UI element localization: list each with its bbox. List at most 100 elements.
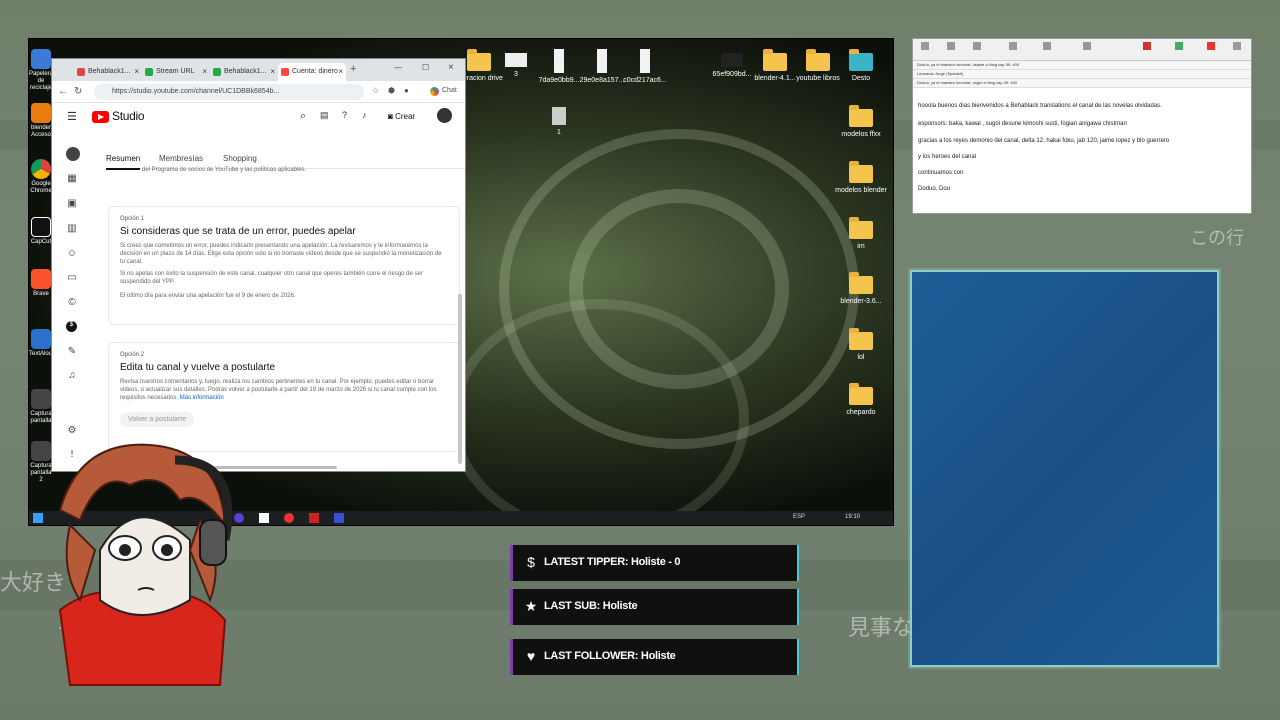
close-icon[interactable]: × — [338, 67, 343, 76]
menu-icon[interactable]: ☰ — [67, 110, 77, 123]
taskbar-app-icon[interactable] — [334, 513, 344, 523]
close-window-icon[interactable]: × — [448, 62, 454, 73]
channel-avatar[interactable] — [66, 147, 80, 161]
record-icon[interactable] — [1207, 42, 1215, 50]
toolbar-icon[interactable] — [947, 42, 955, 50]
dashboard-icon[interactable]: ▦ — [66, 173, 78, 185]
avatar[interactable] — [437, 108, 452, 123]
note-line[interactable]: y los heroes del canal — [918, 154, 976, 160]
scrollbar[interactable] — [458, 294, 462, 464]
stop-icon[interactable] — [1143, 42, 1151, 50]
taskbar-app-icon[interactable] — [259, 513, 269, 523]
url-field[interactable]: https://studio.youtube.com/channel/UC1DB… — [94, 84, 364, 100]
desktop-icon-folder[interactable]: lol — [829, 328, 893, 362]
note-line[interactable]: hooola buenos dias bienvenidos a Behabla… — [918, 103, 1162, 109]
desktop-icon-brave[interactable]: Brave — [29, 269, 53, 298]
chat-button[interactable]: Chat — [442, 87, 457, 94]
heart-icon: ♥ — [526, 648, 536, 664]
desktop-icon-capcut[interactable]: CapCut — [29, 217, 53, 246]
desktop-icon-capture[interactable]: Captura pantalla — [29, 389, 53, 425]
reapply-button[interactable]: Volver a postularte — [120, 412, 194, 427]
analytics-icon[interactable]: ▥ — [66, 223, 78, 235]
desktop-icon-textaloud[interactable]: TextAloud — [29, 329, 55, 358]
toolbar-icon[interactable] — [973, 42, 981, 50]
note-line[interactable]: esponsors: baka, kawai , sugoi desune ki… — [918, 121, 1127, 127]
alert-text: LAST FOLLOWER: Holiste — [544, 650, 676, 662]
close-icon[interactable]: × — [270, 67, 275, 76]
tab-shopping[interactable]: Shopping — [223, 154, 257, 163]
content-icon[interactable]: ▣ — [66, 198, 78, 210]
desktop-icon-folder[interactable]: modelos ffxx — [829, 105, 893, 139]
browser-tab[interactable]: Behablack1... × — [74, 63, 142, 81]
taskbar-app-icon[interactable] — [284, 513, 294, 523]
copyright-icon[interactable]: © — [66, 297, 78, 309]
note-line[interactable]: gracias a los reyes demonio del canal, d… — [918, 138, 1169, 144]
new-tab-icon[interactable]: + — [350, 63, 356, 75]
toolbar-icon[interactable] — [1233, 42, 1241, 50]
option2-paragraph: Revisa nuestros comentarios y, luego, re… — [120, 379, 437, 401]
desktop-icon-file[interactable]: 1 — [527, 107, 591, 137]
browser-tab[interactable]: Stream URL × — [142, 63, 210, 81]
star-icon[interactable]: ☆ — [372, 86, 379, 95]
close-icon[interactable]: × — [134, 67, 139, 76]
option2-title: Edita tu canal y vuelve a postularte — [120, 362, 276, 373]
bell-icon[interactable]: ♪ — [362, 110, 367, 120]
customize-icon[interactable]: ✎ — [66, 346, 78, 358]
title-field[interactable]: Doduo, ya el maestro inmortal, usaste a … — [913, 61, 1251, 70]
option2-label: Opción 2 — [120, 352, 145, 358]
desktop-icon-folder[interactable]: chepardo — [829, 383, 893, 417]
community-icon[interactable]: ☺ — [66, 248, 78, 260]
studio-logo-text: Studio — [112, 109, 145, 123]
folder-icon — [849, 272, 873, 294]
extensions-icon[interactable]: ⬢ — [388, 86, 395, 95]
note-line[interactable]: Doduo, Dou — [918, 186, 950, 192]
taskbar-app-icon[interactable] — [309, 513, 319, 523]
speak-icon[interactable] — [1175, 42, 1183, 50]
help-icon[interactable]: ? — [342, 110, 347, 120]
search-icon[interactable]: ⌕ — [300, 110, 306, 123]
minimize-icon[interactable]: — — [394, 63, 402, 72]
desktop-icon-folder[interactable]: modelos blender — [829, 161, 893, 195]
voice-select[interactable]: Leonardo Jorge (Spanish) — [913, 70, 1251, 79]
subtitles-side-icon[interactable]: ▭ — [66, 272, 78, 284]
browser-tab[interactable]: Behablack1... × — [210, 63, 278, 81]
browser-tab-active[interactable]: Cuenta: dinero × — [278, 63, 346, 81]
toolbar-icon[interactable] — [1083, 42, 1091, 50]
toolbar-icon[interactable] — [1043, 42, 1051, 50]
reload-icon[interactable]: ↻ — [74, 86, 82, 97]
policy-snippet: del Programa de socios de YouTube y las … — [142, 167, 307, 173]
create-button[interactable]: ◙ Crear — [382, 108, 421, 125]
option1-title: Si consideras que se trata de un error, … — [120, 226, 356, 237]
tab-resumen[interactable]: Resumen — [106, 154, 141, 170]
desktop-icon-chrome[interactable]: Google Chrome — [29, 159, 53, 195]
taskbar-lang[interactable]: ESP — [793, 514, 805, 520]
desktop-icon-folder[interactable]: im — [829, 217, 893, 251]
folder-icon — [849, 105, 873, 127]
file-icon — [640, 49, 650, 73]
more-info-link[interactable]: Más información — [180, 395, 224, 401]
folder-icon — [849, 383, 873, 405]
folder-icon — [806, 49, 830, 71]
image-file-icon — [721, 53, 743, 67]
maximize-icon[interactable]: ☐ — [422, 63, 429, 72]
desktop-icon-blender[interactable]: blender Acceso — [29, 103, 53, 139]
tab-membresias[interactable]: Membresías — [159, 154, 203, 163]
desktop-icon-folder[interactable]: Desto — [829, 49, 893, 83]
close-icon[interactable]: × — [202, 67, 207, 76]
desktop-icon-folder[interactable]: blender-3.6... — [829, 272, 893, 306]
taskbar-time[interactable]: 19:10 — [845, 514, 860, 520]
option1-card: Opción 1 Si consideras que se trata de u… — [108, 206, 460, 325]
toolbar-icon[interactable] — [1009, 42, 1017, 50]
toolbar-icon[interactable] — [921, 42, 929, 50]
desktop-icon-file[interactable]: c0cd217ac6... — [613, 49, 677, 85]
audio-library-icon[interactable]: ♫ — [66, 370, 78, 382]
youtube-logo-icon[interactable] — [92, 111, 109, 123]
copilot-icon[interactable] — [430, 87, 439, 96]
subtitles-icon[interactable]: ▤ — [320, 110, 329, 121]
profile-icon[interactable]: ● — [404, 86, 409, 95]
earn-icon[interactable]: $ — [66, 321, 77, 332]
back-icon[interactable]: ← — [58, 86, 68, 97]
filename-field[interactable]: Doduo, ya el maestro inmortal, angel a N… — [913, 79, 1251, 88]
note-line[interactable]: continuamos con — [918, 170, 963, 176]
desktop-icon-recycle[interactable]: Papelera de reciclaje — [29, 49, 53, 92]
